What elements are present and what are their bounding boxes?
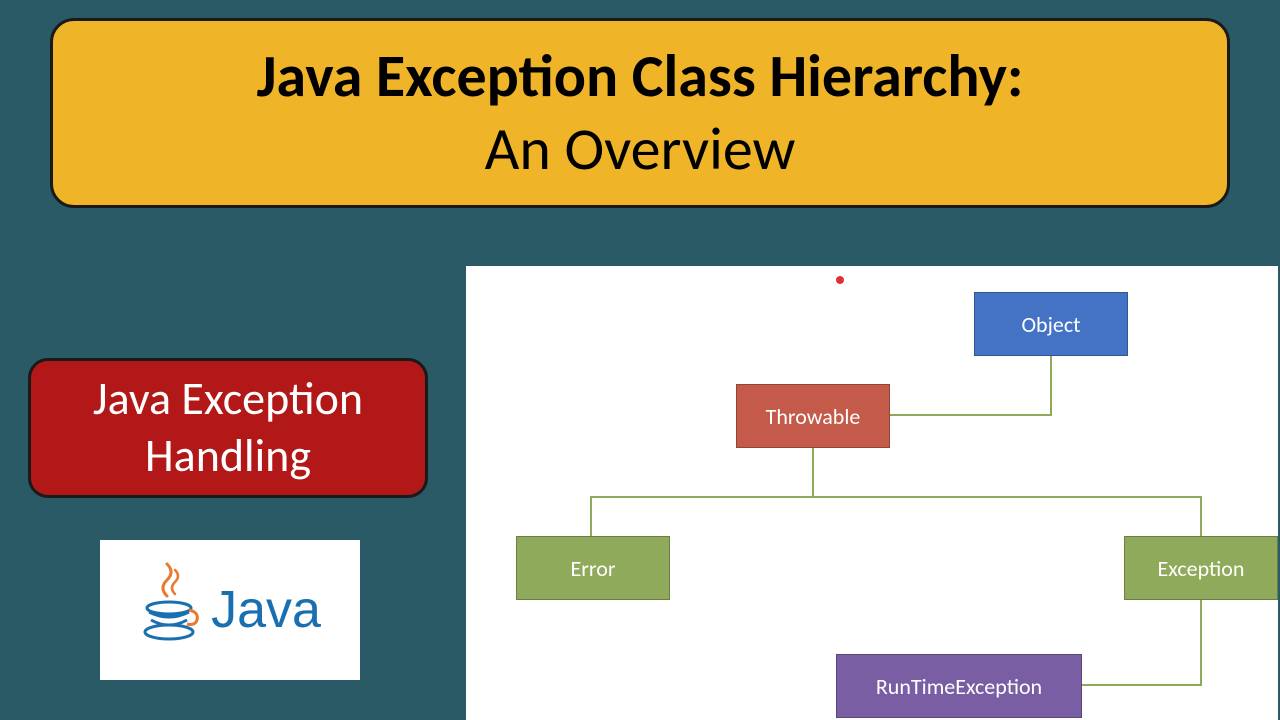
subtitle-line-2: Handling: [145, 428, 311, 486]
node-label: Throwable: [766, 403, 861, 430]
node-label: Object: [1021, 311, 1080, 338]
title-line-1: Java Exception Class Hierarchy:: [257, 40, 1024, 113]
node-runtimeexception: RunTimeException: [836, 654, 1082, 718]
subtitle-line-1: Java Exception: [93, 371, 363, 429]
node-error: Error: [516, 536, 670, 600]
java-logo: Java: [100, 540, 360, 680]
pointer-dot-icon: [836, 276, 844, 284]
connector: [890, 414, 1052, 416]
connector: [1200, 496, 1202, 536]
node-label: Error: [571, 555, 616, 582]
hierarchy-diagram: Object Throwable Error Exception RunTime…: [466, 266, 1278, 720]
node-label: RunTimeException: [876, 673, 1042, 700]
connector: [590, 496, 1202, 498]
node-label: Exception: [1158, 555, 1245, 582]
connector: [812, 448, 814, 498]
connector: [1050, 356, 1052, 416]
connector: [1200, 600, 1202, 686]
node-throwable: Throwable: [736, 384, 890, 448]
connector: [590, 496, 592, 536]
java-logo-text: Java: [211, 580, 321, 640]
connector: [1082, 684, 1202, 686]
subtitle-banner: Java Exception Handling: [28, 358, 428, 498]
title-banner: Java Exception Class Hierarchy: An Overv…: [50, 18, 1230, 208]
java-cup-icon: [139, 558, 199, 663]
title-line-2: An Overview: [485, 113, 796, 186]
node-object: Object: [974, 292, 1128, 356]
node-exception: Exception: [1124, 536, 1278, 600]
